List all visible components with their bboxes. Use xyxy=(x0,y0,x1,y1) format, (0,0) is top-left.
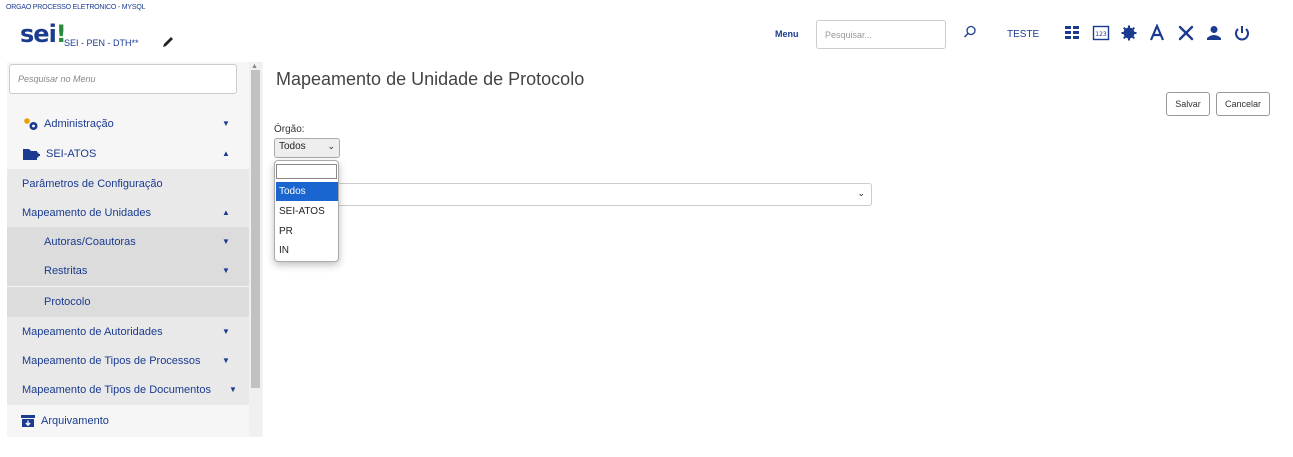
sidebar-item-label: Administração xyxy=(44,118,114,130)
sidebar-scrollbar-thumb[interactable] xyxy=(251,70,260,388)
page-title: Mapeamento de Unidade de Protocolo xyxy=(276,69,585,89)
sidebar-item-mapeamento-tipos-processos[interactable]: Mapeamento de Tipos de Processos ▼ xyxy=(7,346,249,376)
font-icon[interactable] xyxy=(1148,24,1166,42)
sidebar-item-label: Mapeamento de Autoridades xyxy=(22,326,163,338)
orgao-select[interactable]: Todos ⌄ xyxy=(274,138,340,158)
sidebar-item-label: Mapeamento de Unidades xyxy=(22,207,152,219)
sidebar-item-mapeamento-tipos-documentos[interactable]: Mapeamento de Tipos de Documentos ▼ xyxy=(7,375,249,405)
dropdown-option[interactable]: PR xyxy=(276,222,338,241)
sidebar-item-autoras-coautoras[interactable]: Autoras/Coautoras ▼ xyxy=(7,227,249,257)
logo-text: sei xyxy=(20,20,57,48)
orgao-dropdown-list: Todos SEI-ATOS PR IN xyxy=(274,160,339,262)
sidebar-item-mapeamento-autoridades[interactable]: Mapeamento de Autoridades ▼ xyxy=(7,317,249,347)
dropdown-option[interactable]: IN xyxy=(276,241,338,260)
chevron-down-icon: ▼ xyxy=(222,327,230,336)
menu-toggle-link[interactable]: Menu xyxy=(775,29,799,39)
chevron-up-icon: ▲ xyxy=(222,208,230,217)
tools-icon[interactable] xyxy=(1177,24,1195,42)
chevron-up-icon: ▲ xyxy=(222,149,230,158)
gears-icon xyxy=(24,118,38,130)
grid-icon[interactable] xyxy=(1063,24,1081,42)
sidebar-item-administracao[interactable]: Administração ▼ xyxy=(7,109,249,139)
sidebar-item-sei-atos[interactable]: SEI-ATOS ▲ xyxy=(7,139,249,169)
top-bar: ORGAO PROCESSO ELETRONICO - MYSQL sei! S… xyxy=(0,0,1293,62)
system-name: SEI - PEN - DTH** xyxy=(64,38,139,48)
unidade-select[interactable]: ⌄ xyxy=(274,183,872,206)
archive-icon xyxy=(21,415,35,427)
sidebar-item-label: Mapeamento de Tipos de Documentos xyxy=(22,384,211,396)
chevron-down-icon: ▼ xyxy=(222,237,230,246)
user-name-link[interactable]: TESTE xyxy=(1007,29,1039,40)
sidebar-item-parametros[interactable]: Parâmetros de Configuração xyxy=(7,169,249,199)
sidebar-item-label: Restritas xyxy=(44,265,88,277)
menu-search-input[interactable] xyxy=(9,64,237,94)
dropdown-option[interactable]: SEI-ATOS xyxy=(276,202,338,221)
save-button[interactable]: Salvar xyxy=(1166,92,1210,116)
sidebar-item-label: SEI-ATOS xyxy=(46,148,97,160)
scroll-up-arrow-icon[interactable]: ▲ xyxy=(251,63,258,70)
search-icon[interactable] xyxy=(963,25,977,39)
chevron-down-icon: ▼ xyxy=(229,385,237,394)
dropdown-option[interactable]: Todos xyxy=(276,182,338,201)
chevron-down-icon: ⌄ xyxy=(857,188,865,198)
svg-text:123: 123 xyxy=(1095,31,1107,38)
sidebar-item-label: Mapeamento de Tipos de Processos xyxy=(22,355,201,367)
sidebar-item-label: Autoras/Coautoras xyxy=(44,236,136,248)
pencil-icon[interactable] xyxy=(162,36,174,48)
sidebar-item-mapeamento-unidades[interactable]: Mapeamento de Unidades ▲ xyxy=(7,198,249,228)
dropdown-filter-input[interactable] xyxy=(276,164,337,179)
sidebar-item-restritas[interactable]: Restritas ▼ xyxy=(7,256,249,286)
user-icon[interactable] xyxy=(1205,24,1223,42)
sidebar-item-protocolo[interactable]: Protocolo xyxy=(7,287,249,317)
org-title: ORGAO PROCESSO ELETRONICO - MYSQL xyxy=(6,4,146,11)
sidebar-item-label: Protocolo xyxy=(44,296,91,308)
power-icon[interactable] xyxy=(1233,24,1251,42)
search-input[interactable] xyxy=(816,20,946,49)
orgao-label: Órgão: xyxy=(274,124,305,135)
cancel-button[interactable]: Cancelar xyxy=(1216,92,1270,116)
orgao-selected-value: Todos xyxy=(279,141,306,152)
chevron-down-icon: ▼ xyxy=(222,356,230,365)
sei-logo[interactable]: sei! xyxy=(20,20,67,48)
chevron-down-icon: ▼ xyxy=(222,266,230,275)
folder-icon xyxy=(23,149,40,160)
numbers-icon[interactable]: 123 xyxy=(1092,24,1110,42)
gear-badge-icon[interactable] xyxy=(1120,24,1138,42)
sidebar-item-label: Arquivamento xyxy=(41,415,109,427)
sidebar-item-arquivamento[interactable]: Arquivamento xyxy=(7,406,249,436)
chevron-down-icon: ⌄ xyxy=(327,141,335,151)
sidebar-item-label: Parâmetros de Configuração xyxy=(22,178,163,190)
chevron-down-icon: ▼ xyxy=(222,119,230,128)
